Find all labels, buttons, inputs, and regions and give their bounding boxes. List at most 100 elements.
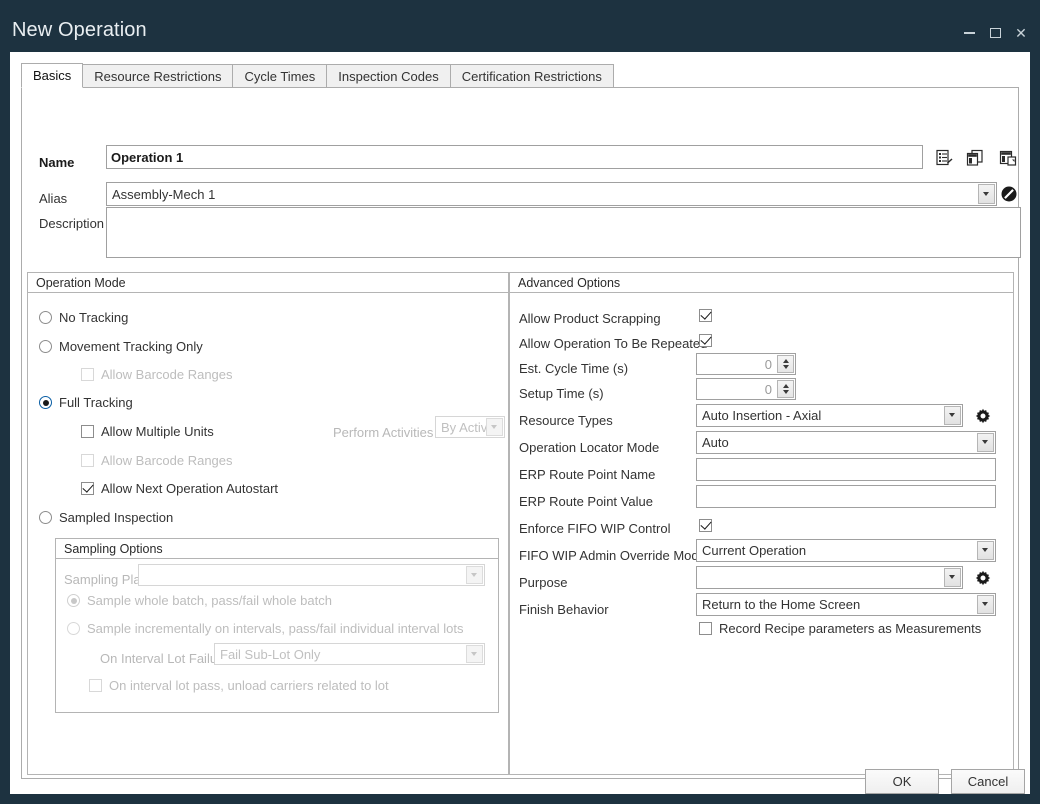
spinner-arrows-icon[interactable]	[777, 380, 794, 398]
checkbox-allow-multiple-units[interactable]: Allow Multiple Units	[81, 424, 214, 439]
perform-activities-value: By Activity	[441, 420, 486, 435]
erp-route-point-value-input[interactable]	[696, 485, 996, 508]
purpose-combobox[interactable]	[696, 566, 963, 589]
close-button[interactable]: ✕	[1008, 22, 1034, 44]
finish-behavior-combobox[interactable]: Return to the Home Screen	[696, 593, 996, 616]
checkbox-allow-product-scrapping[interactable]: Allow Product Scrapping	[699, 309, 712, 322]
maximize-button[interactable]	[982, 22, 1008, 44]
sampling-plan-label: Sampling Plan	[64, 572, 148, 587]
est-cycle-time-spinner[interactable]: 0	[696, 353, 796, 375]
radio-sampled-inspection[interactable]: Sampled Inspection	[39, 510, 173, 525]
on-interval-lot-failure-label: On Interval Lot Failure:	[100, 651, 232, 666]
radio-no-tracking[interactable]: No Tracking	[39, 310, 128, 325]
chevron-down-icon[interactable]	[944, 406, 961, 425]
name-label: Name	[39, 155, 74, 170]
sampling-plan-combobox	[138, 564, 485, 586]
list-edit-icon-button[interactable]	[932, 146, 956, 170]
sampling-options-group: Sampling Options Sampling Plan Sample wh…	[55, 538, 499, 713]
chevron-down-icon	[466, 566, 483, 584]
tab-basics[interactable]: Basics	[21, 63, 83, 88]
enforce-fifo-label: Enforce FIFO WIP Control	[519, 521, 670, 536]
checkbox-label: Allow Next Operation Autostart	[101, 481, 278, 496]
purpose-label: Purpose	[519, 575, 567, 590]
checkbox-indicator	[81, 425, 94, 438]
radio-indicator	[39, 396, 52, 409]
checkbox-label: Allow Barcode Ranges	[101, 453, 233, 468]
fifo-admin-override-combobox[interactable]: Current Operation	[696, 539, 996, 562]
ok-button[interactable]: OK	[865, 769, 939, 794]
cancel-button[interactable]: Cancel	[951, 769, 1025, 794]
chevron-down-icon	[466, 645, 483, 663]
checkbox-indicator	[81, 368, 94, 381]
checkbox-allow-operation-repeated[interactable]: Allow Operation To Be Repeated	[699, 334, 712, 347]
minimize-icon	[964, 32, 975, 34]
checkbox-record-recipe-parameters[interactable]: Record Recipe parameters as Measurements	[699, 621, 981, 636]
operation-locator-mode-value: Auto	[702, 435, 977, 450]
radio-indicator	[67, 622, 80, 635]
chevron-down-icon[interactable]	[977, 595, 994, 614]
radio-movement-tracking-only[interactable]: Movement Tracking Only	[39, 339, 203, 354]
tab-resource-restrictions[interactable]: Resource Restrictions	[82, 64, 233, 88]
copy-icon-button[interactable]	[963, 146, 987, 170]
radio-label: Sampled Inspection	[59, 510, 173, 525]
radio-label: No Tracking	[59, 310, 128, 325]
radio-label: Sample incrementally on intervals, pass/…	[87, 621, 463, 636]
checkbox-indicator	[89, 679, 102, 692]
erp-route-point-name-input[interactable]	[696, 458, 996, 481]
alias-value: Assembly-Mech 1	[112, 187, 978, 202]
radio-indicator	[39, 340, 52, 353]
allow-operation-repeated-label: Allow Operation To Be Repeated	[519, 336, 707, 351]
perform-activities-label: Perform Activities	[333, 425, 433, 440]
checkbox-enforce-fifo-wip-control[interactable]: Enforce FIFO WIP Control	[699, 519, 712, 532]
erp-route-point-value-label: ERP Route Point Value	[519, 494, 653, 509]
checkbox-label: Allow Barcode Ranges	[101, 367, 233, 382]
radio-label: Full Tracking	[59, 395, 133, 410]
erp-route-point-name-label: ERP Route Point Name	[519, 467, 655, 482]
setup-time-spinner[interactable]: 0	[696, 378, 796, 400]
spinner-arrows-icon[interactable]	[777, 355, 794, 373]
fifo-admin-override-value: Current Operation	[702, 543, 977, 558]
setup-time-label: Setup Time (s)	[519, 386, 604, 401]
radio-full-tracking[interactable]: Full Tracking	[39, 395, 133, 410]
chevron-down-icon[interactable]	[978, 184, 995, 204]
close-icon: ✕	[1015, 26, 1027, 40]
basics-panel: Name Operation 1	[21, 87, 1019, 779]
name-input[interactable]: Operation 1	[106, 145, 923, 169]
purpose-gear-button[interactable]	[972, 567, 994, 589]
tab-label: Certification Restrictions	[462, 69, 602, 84]
tab-certification-restrictions[interactable]: Certification Restrictions	[450, 64, 614, 88]
chevron-down-icon[interactable]	[977, 541, 994, 560]
finish-behavior-value: Return to the Home Screen	[702, 597, 977, 612]
advanced-options-title: Advanced Options	[510, 273, 1013, 293]
radio-indicator	[39, 511, 52, 524]
chevron-down-icon[interactable]	[944, 568, 961, 587]
tab-inspection-codes[interactable]: Inspection Codes	[326, 64, 450, 88]
sampling-options-title: Sampling Options	[56, 539, 498, 559]
description-input[interactable]	[106, 207, 1021, 258]
window-controls: ✕	[956, 22, 1034, 44]
resource-types-label: Resource Types	[519, 413, 613, 428]
checkbox-allow-next-operation-autostart[interactable]: Allow Next Operation Autostart	[81, 481, 278, 496]
resource-types-combobox[interactable]: Auto Insertion - Axial	[696, 404, 963, 427]
tab-label: Basics	[33, 68, 71, 83]
minimize-button[interactable]	[956, 22, 982, 44]
resource-types-gear-button[interactable]	[972, 405, 994, 427]
no-entry-icon-button[interactable]	[998, 183, 1020, 205]
operation-locator-mode-combobox[interactable]: Auto	[696, 431, 996, 454]
checkbox-label: Allow Multiple Units	[101, 424, 214, 439]
checkbox-full-allow-barcode-ranges: Allow Barcode Ranges	[81, 453, 233, 468]
client-area: Basics Resource Restrictions Cycle Times…	[10, 52, 1030, 794]
alias-combobox[interactable]: Assembly-Mech 1	[106, 182, 997, 206]
checkbox-indicator	[699, 519, 712, 532]
checkbox-label: Record Recipe parameters as Measurements	[719, 621, 981, 636]
chevron-down-icon[interactable]	[977, 433, 994, 452]
tab-strip: Basics Resource Restrictions Cycle Times…	[21, 63, 613, 88]
resource-types-value: Auto Insertion - Axial	[702, 408, 944, 423]
est-cycle-time-value: 0	[697, 357, 777, 372]
paste-icon-button[interactable]	[996, 146, 1020, 170]
new-operation-window: New Operation ✕ Basics Resource Restrict…	[0, 0, 1040, 804]
alias-label: Alias	[39, 191, 67, 206]
est-cycle-time-label: Est. Cycle Time (s)	[519, 361, 628, 376]
tab-cycle-times[interactable]: Cycle Times	[232, 64, 327, 88]
checkbox-indicator	[81, 482, 94, 495]
